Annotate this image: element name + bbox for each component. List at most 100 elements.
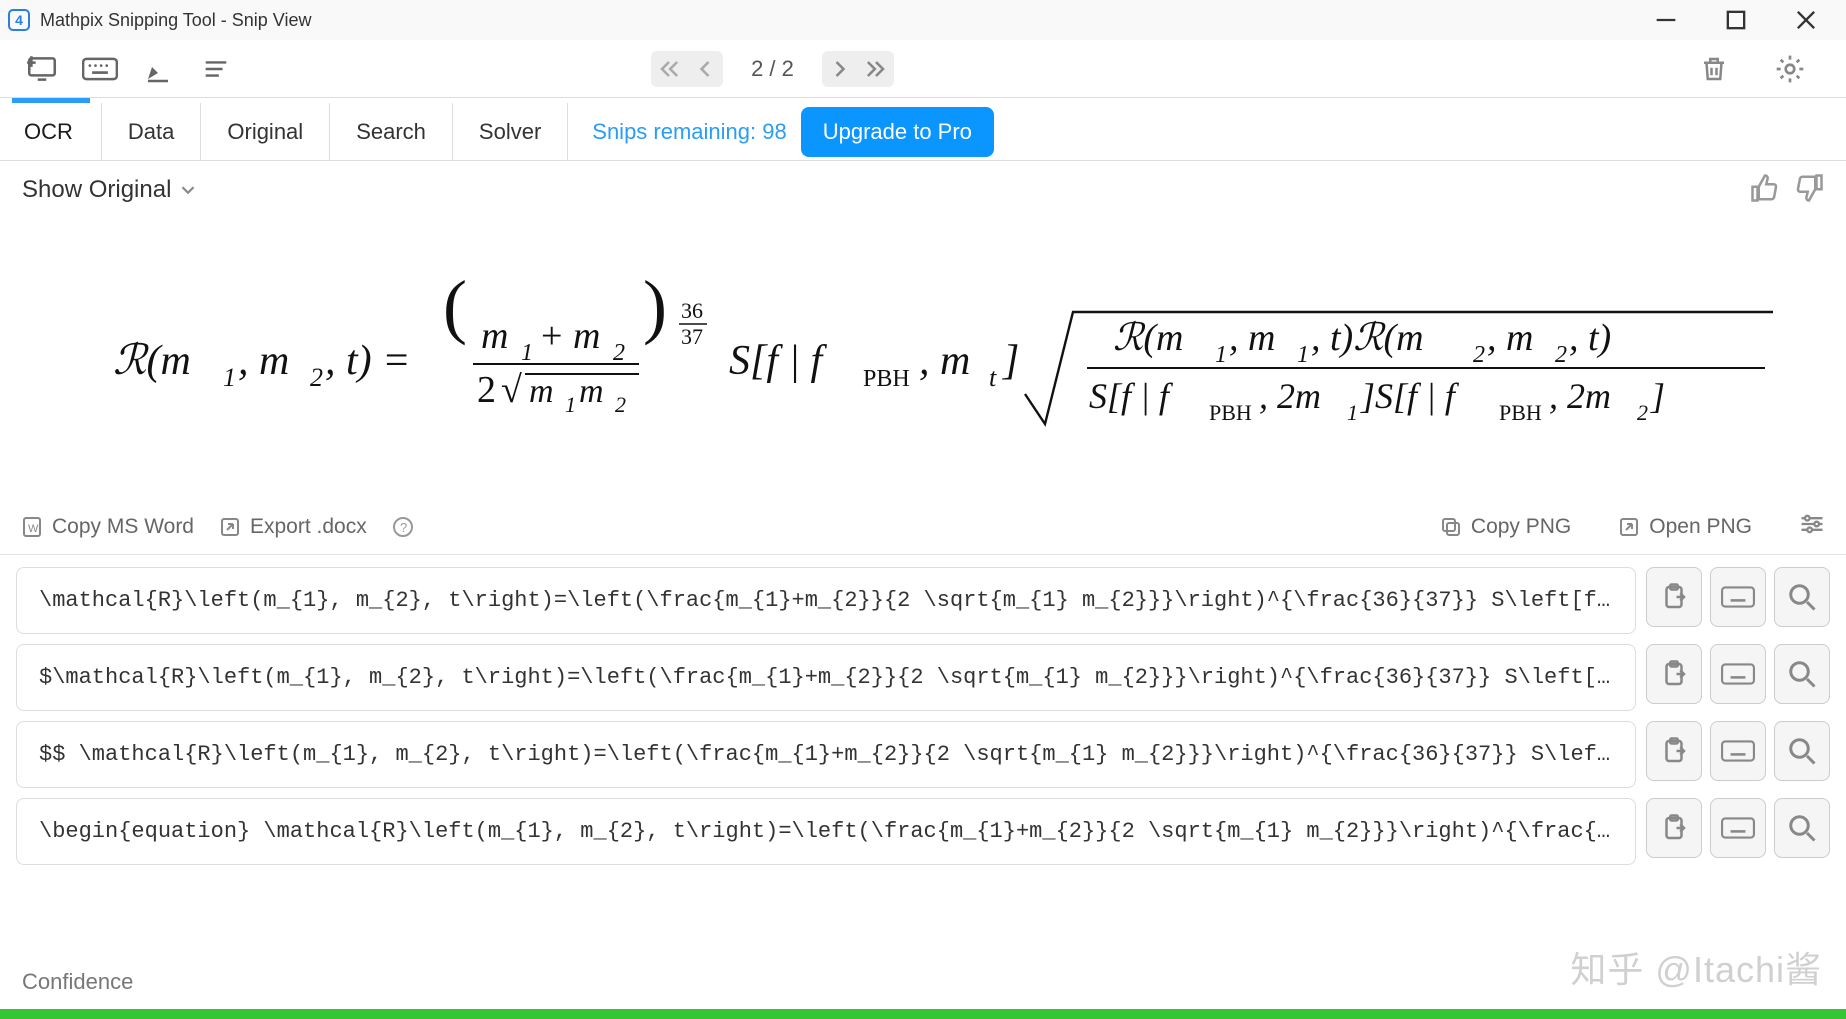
svg-text:1: 1 bbox=[223, 363, 236, 392]
screenshot-snip-button[interactable] bbox=[20, 47, 64, 91]
handwriting-button[interactable] bbox=[136, 47, 180, 91]
thumbs-up-button[interactable] bbox=[1750, 173, 1780, 208]
action-bar: W Copy MS Word Export .docx ? Copy PNG O… bbox=[0, 499, 1846, 555]
svg-text:(: ( bbox=[443, 274, 467, 346]
titlebar: 4 Mathpix Snipping Tool - Snip View bbox=[0, 0, 1846, 40]
tab-solver[interactable]: Solver bbox=[453, 103, 568, 160]
search-code-button[interactable] bbox=[1774, 567, 1830, 627]
svg-text:PBH: PBH bbox=[1499, 400, 1542, 425]
svg-text:2: 2 bbox=[310, 363, 323, 392]
nav-next-button[interactable] bbox=[822, 51, 858, 87]
main-toolbar: 2 / 2 bbox=[0, 40, 1846, 98]
svg-text:, 2m: , 2m bbox=[1259, 376, 1321, 416]
chevron-left-icon bbox=[691, 55, 719, 83]
minimize-icon bbox=[1652, 6, 1680, 34]
export-docx-button[interactable]: Export .docx bbox=[218, 515, 367, 539]
watermark: 知乎 @Itachi酱 bbox=[1570, 941, 1822, 993]
svg-text:S[f | f: S[f | f bbox=[729, 338, 828, 384]
svg-text:1: 1 bbox=[521, 340, 533, 366]
search-code-button[interactable] bbox=[1774, 721, 1830, 781]
nav-prev-group bbox=[651, 51, 723, 87]
svg-text:, m: , m bbox=[1229, 317, 1275, 359]
svg-text:, 2m: , 2m bbox=[1549, 376, 1611, 416]
keyboard-code-button[interactable] bbox=[1710, 798, 1766, 858]
copy-png-button[interactable]: Copy PNG bbox=[1439, 515, 1571, 539]
nav-last-button[interactable] bbox=[858, 51, 894, 87]
code-text[interactable]: \begin{equation} \mathcal{R}\left(m_{1},… bbox=[16, 798, 1636, 865]
upgrade-button[interactable]: Upgrade to Pro bbox=[801, 107, 994, 157]
sliders-icon bbox=[1798, 510, 1826, 538]
window-close-button[interactable] bbox=[1786, 0, 1826, 40]
keyboard-icon bbox=[1721, 816, 1755, 840]
subbar: Show Original bbox=[0, 161, 1846, 219]
tab-search[interactable]: Search bbox=[330, 103, 453, 160]
tab-data[interactable]: Data bbox=[102, 103, 201, 160]
copy-icon bbox=[1439, 515, 1463, 539]
open-external-icon bbox=[1617, 515, 1641, 539]
tab-bar: OCR Data Original Search Solver Snips re… bbox=[0, 103, 1846, 161]
svg-text:ℛ(m: ℛ(m bbox=[1113, 317, 1183, 359]
copy-code-button[interactable] bbox=[1646, 567, 1702, 627]
delete-button[interactable] bbox=[1692, 47, 1736, 91]
footer: Confidence 知乎 @Itachi酱 bbox=[0, 959, 1846, 1019]
window-minimize-button[interactable] bbox=[1646, 0, 1686, 40]
code-text[interactable]: $\mathcal{R}\left(m_{1}, m_{2}, t\right)… bbox=[16, 644, 1636, 711]
code-text[interactable]: $$ \mathcal{R}\left(m_{1}, m_{2}, t\righ… bbox=[16, 721, 1636, 788]
keyboard-code-button[interactable] bbox=[1710, 567, 1766, 627]
svg-text:m: m bbox=[481, 315, 508, 357]
tab-ocr[interactable]: OCR bbox=[0, 103, 102, 160]
copy-code-button[interactable] bbox=[1646, 798, 1702, 858]
code-row: $\mathcal{R}\left(m_{1}, m_{2}, t\right)… bbox=[16, 644, 1830, 711]
search-code-button[interactable] bbox=[1774, 798, 1830, 858]
gear-icon bbox=[1774, 53, 1806, 85]
svg-text:, m: , m bbox=[919, 338, 970, 384]
chevrons-left-icon bbox=[655, 55, 683, 83]
svg-text:t: t bbox=[989, 363, 997, 392]
svg-text:PBH: PBH bbox=[1209, 400, 1252, 425]
page-indicator: 2 / 2 bbox=[741, 56, 804, 82]
maximize-icon bbox=[1722, 6, 1750, 34]
svg-text:, m: , m bbox=[238, 338, 289, 384]
copy-png-label: Copy PNG bbox=[1471, 515, 1571, 539]
svg-text:m: m bbox=[579, 373, 604, 410]
help-button[interactable]: ? bbox=[391, 515, 415, 539]
snips-remaining[interactable]: Snips remaining: 98 bbox=[592, 119, 786, 145]
svg-text:2: 2 bbox=[1555, 342, 1567, 368]
thumbs-down-button[interactable] bbox=[1794, 173, 1824, 208]
format-options-button[interactable] bbox=[1798, 510, 1826, 544]
keyboard-button[interactable] bbox=[78, 47, 122, 91]
search-icon bbox=[1787, 813, 1817, 843]
search-code-button[interactable] bbox=[1774, 644, 1830, 704]
list-button[interactable] bbox=[194, 47, 238, 91]
svg-text:ℛ(m: ℛ(m bbox=[113, 338, 191, 384]
copy-msword-button[interactable]: W Copy MS Word bbox=[20, 515, 194, 539]
svg-text:+: + bbox=[541, 315, 562, 357]
settings-button[interactable] bbox=[1768, 47, 1812, 91]
keyboard-icon bbox=[1721, 585, 1755, 609]
show-original-toggle[interactable]: Show Original bbox=[22, 176, 199, 204]
chevrons-right-icon bbox=[862, 55, 890, 83]
nav-first-button[interactable] bbox=[651, 51, 687, 87]
export-docx-label: Export .docx bbox=[250, 515, 367, 539]
keyboard-icon bbox=[82, 56, 118, 82]
code-row: $$ \mathcal{R}\left(m_{1}, m_{2}, t\righ… bbox=[16, 721, 1830, 788]
svg-text:2: 2 bbox=[1473, 342, 1485, 368]
crop-monitor-icon bbox=[25, 52, 59, 86]
svg-text:, t) =: , t) = bbox=[325, 338, 411, 384]
copy-code-button[interactable] bbox=[1646, 721, 1702, 781]
copy-code-button[interactable] bbox=[1646, 644, 1702, 704]
code-text[interactable]: \mathcal{R}\left(m_{1}, m_{2}, t\right)=… bbox=[16, 567, 1636, 634]
nav-prev-button[interactable] bbox=[687, 51, 723, 87]
svg-text:): ) bbox=[643, 274, 667, 346]
window-maximize-button[interactable] bbox=[1716, 0, 1756, 40]
keyboard-code-button[interactable] bbox=[1710, 644, 1766, 704]
equation-svg: ℛ(m1 , m2 , t) = ( m1 + m2 2 √ m1 m2 ) 3… bbox=[73, 274, 1773, 444]
chevron-right-icon bbox=[826, 55, 854, 83]
svg-text:, m: , m bbox=[1487, 317, 1533, 359]
svg-text:]S[f | f: ]S[f | f bbox=[1360, 376, 1460, 416]
open-png-button[interactable]: Open PNG bbox=[1617, 515, 1752, 539]
search-icon bbox=[1787, 659, 1817, 689]
tab-original[interactable]: Original bbox=[201, 103, 330, 160]
help-icon: ? bbox=[391, 515, 415, 539]
keyboard-code-button[interactable] bbox=[1710, 721, 1766, 781]
